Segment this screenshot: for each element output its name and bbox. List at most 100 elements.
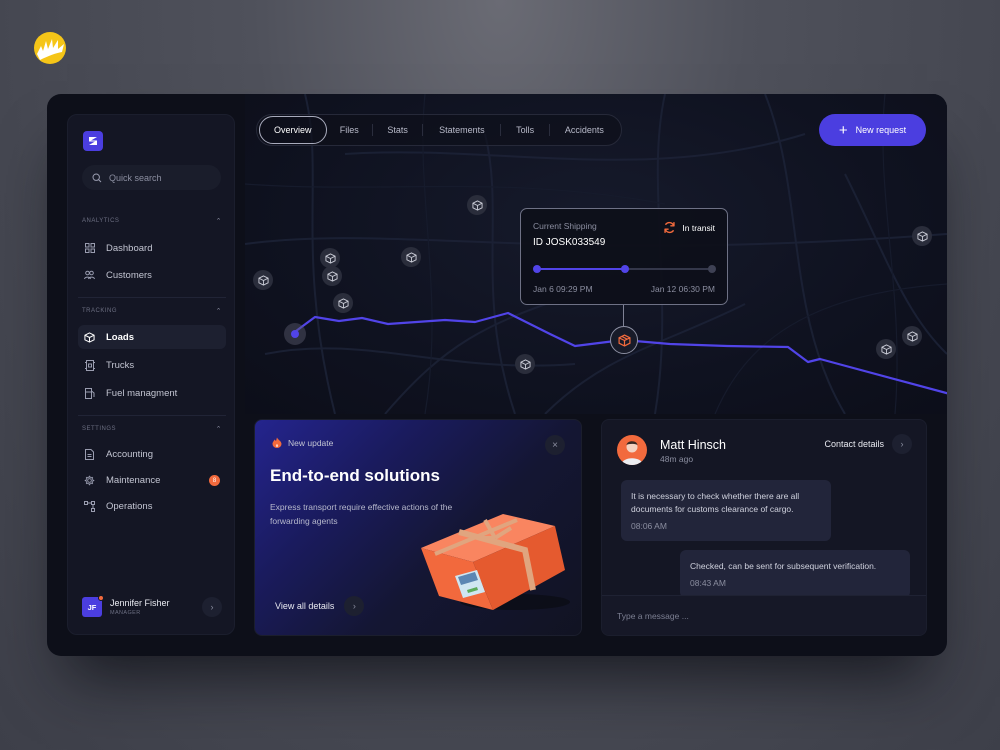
shipping-label: Current Shipping <box>533 221 597 231</box>
app-window: Overview Files Stats Statements Tolls Ac… <box>47 94 947 656</box>
fuel-icon <box>84 387 95 399</box>
sidebar-item-operations[interactable]: Operations <box>78 494 226 518</box>
package-illustration <box>421 514 570 610</box>
search-input[interactable] <box>109 172 209 183</box>
brand-badge <box>34 32 66 64</box>
status-dot <box>98 595 104 601</box>
sidebar-item-label: Dashboard <box>106 242 153 254</box>
sidebar-item-dashboard[interactable]: Dashboard <box>78 236 226 260</box>
sidebar-divider <box>78 297 226 298</box>
app-logo[interactable] <box>83 131 103 151</box>
tab-bar: Overview Files Stats Statements Tolls Ac… <box>256 114 622 146</box>
progress-current-dot <box>620 265 629 273</box>
package-pin[interactable] <box>401 247 421 267</box>
current-shipping-card[interactable]: Current Shipping ID JOSK033549 In transi… <box>520 208 728 305</box>
user-profile[interactable]: JF Jennifer Fisher MANAGER › <box>82 595 222 618</box>
box-icon <box>326 270 338 282</box>
refresh-icon <box>664 221 676 234</box>
message-text: It is necessary to check whether there a… <box>631 491 800 514</box>
shipping-progress-fill <box>537 268 625 270</box>
box-icon <box>337 297 349 309</box>
tab-stats[interactable]: Stats <box>373 116 422 144</box>
shipping-id: ID JOSK033549 <box>533 237 606 248</box>
view-all-details-label: View all details <box>275 601 335 611</box>
sidebar-item-label: Trucks <box>106 359 135 371</box>
status-text: In transit <box>682 222 715 233</box>
sidebar-divider <box>78 415 226 416</box>
box-icon <box>405 251 417 263</box>
card-connector-line <box>623 304 624 326</box>
users-icon <box>84 270 95 281</box>
chevron-up-icon[interactable]: ⌃ <box>216 307 222 315</box>
package-pin[interactable] <box>912 226 932 246</box>
shipping-start-date: Jan 6 09:29 PM <box>533 284 593 294</box>
person-avatar-image <box>621 441 643 465</box>
chevron-right-icon: › <box>210 602 214 612</box>
truck-icon <box>84 359 95 371</box>
box-icon <box>471 199 483 211</box>
message-composer <box>602 595 926 635</box>
notification-badge: 8 <box>209 475 220 486</box>
quick-search[interactable] <box>82 165 221 190</box>
section-tracking[interactable]: TRACKING ⌃ <box>82 305 222 317</box>
map-view[interactable]: Overview Files Stats Statements Tolls Ac… <box>245 94 947 414</box>
last-seen: 48m ago <box>660 454 694 464</box>
promo-card: New update × End-to-end solutions Expres… <box>254 419 582 636</box>
package-pin[interactable] <box>322 266 342 286</box>
package-pin[interactable] <box>515 354 535 374</box>
sidebar-item-label: Maintenance <box>106 474 161 486</box>
section-title: TRACKING <box>82 308 118 314</box>
chevron-up-icon[interactable]: ⌃ <box>216 217 222 225</box>
sidebar-item-accounting[interactable]: Accounting <box>78 442 226 466</box>
tab-statements[interactable]: Statements <box>423 116 500 144</box>
sidebar-item-fuel-managment[interactable]: Fuel managment <box>78 381 226 405</box>
current-package-pin[interactable] <box>610 326 638 354</box>
user-menu-button[interactable]: › <box>202 597 222 617</box>
close-button[interactable]: × <box>545 435 565 455</box>
fire-icon <box>272 437 282 448</box>
user-name: Jennifer Fisher <box>110 598 170 608</box>
contact-avatar[interactable] <box>617 435 647 465</box>
tab-tolls[interactable]: Tolls <box>501 116 548 144</box>
box-icon <box>84 331 95 343</box>
shipping-status: In transit <box>663 221 715 234</box>
package-pin[interactable] <box>320 248 340 268</box>
package-pin[interactable] <box>902 326 922 346</box>
section-settings[interactable]: SETTINGS ⌃ <box>82 423 222 435</box>
route-origin-marker[interactable] <box>284 323 306 345</box>
progress-end-dot <box>708 265 716 273</box>
chevron-up-icon[interactable]: ⌃ <box>216 425 222 433</box>
avatar-initials: JF <box>87 602 97 612</box>
tab-files[interactable]: Files <box>327 116 372 144</box>
package-pin[interactable] <box>876 339 896 359</box>
package-pin[interactable] <box>333 293 353 313</box>
message-received: It is necessary to check whether there a… <box>621 480 831 541</box>
progress-start-dot <box>533 265 541 273</box>
tab-overview[interactable]: Overview <box>259 116 327 144</box>
view-all-details-link[interactable]: View all details › <box>275 596 365 616</box>
view-details-button[interactable]: › <box>344 596 365 616</box>
sun-crown-icon <box>37 39 64 60</box>
package-pin[interactable] <box>467 195 487 215</box>
user-role: MANAGER <box>110 610 141 616</box>
message-time: 08:43 AM <box>690 578 726 588</box>
package-pin[interactable] <box>253 270 273 290</box>
sidebar-item-label: Customers <box>106 269 152 281</box>
tab-accidents[interactable]: Accidents <box>550 116 619 144</box>
plus-icon: + <box>838 121 848 139</box>
contact-details-button[interactable]: › <box>892 434 912 454</box>
new-request-label: New request <box>855 125 907 135</box>
sidebar-item-trucks[interactable]: Trucks <box>78 353 226 377</box>
sidebar-item-loads[interactable]: Loads <box>78 325 226 349</box>
sidebar-item-maintenance[interactable]: Maintenance 8 <box>78 468 226 492</box>
section-analytics[interactable]: ANALYTICS ⌃ <box>82 215 222 227</box>
contact-details-link[interactable]: Contact details › <box>824 434 912 454</box>
sidebar-item-customers[interactable]: Customers <box>78 263 226 287</box>
message-input[interactable] <box>617 610 897 621</box>
flow-icon <box>84 500 95 512</box>
avatar: JF <box>82 595 104 617</box>
box-icon <box>880 343 892 355</box>
box-icon <box>617 333 631 347</box>
chevron-right-icon: › <box>352 601 356 611</box>
new-request-button[interactable]: + New request <box>819 114 926 146</box>
